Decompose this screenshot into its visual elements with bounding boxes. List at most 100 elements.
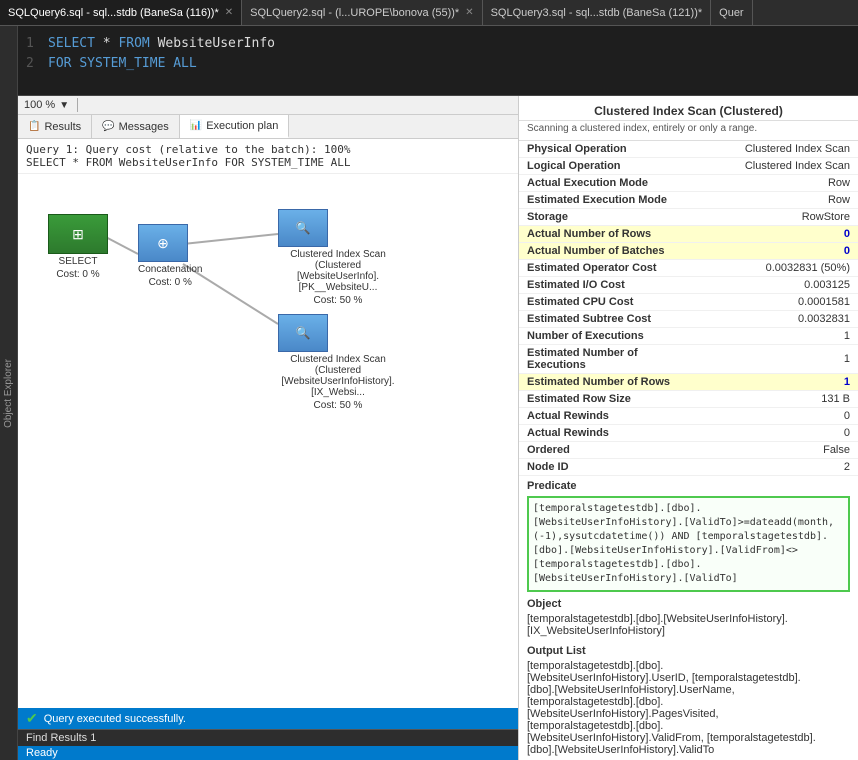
prop-value: 0.0032831 xyxy=(705,311,858,328)
predicate-text: [temporalstagetestdb].[dbo].[WebsiteUser… xyxy=(527,496,850,592)
prop-label: Actual Number of Batches xyxy=(519,243,705,260)
table-row: Estimated Subtree Cost0.0032831 xyxy=(519,311,858,328)
clustered-scan1-label: Clustered Index Scan (Clustered[WebsiteU… xyxy=(278,249,398,293)
prop-value: Row xyxy=(705,175,858,192)
find-results-label: Find Results 1 xyxy=(26,732,96,744)
table-row: Estimated Number of Rows1 xyxy=(519,374,858,391)
clustered-scan-2-node[interactable]: 🔍 Clustered Index Scan (Clustered[Websit… xyxy=(278,314,398,411)
prop-value: 131 B xyxy=(705,391,858,408)
table-row: Estimated CPU Cost0.0001581 xyxy=(519,294,858,311)
table-row: StorageRowStore xyxy=(519,209,858,226)
plan-canvas[interactable]: ⊞ SELECT Cost: 0 % ⊕ Concatenation Cost:… xyxy=(18,174,518,708)
concatenation-node[interactable]: ⊕ Concatenation Cost: 0 % xyxy=(138,224,203,288)
clustered-scan1-icon: 🔍 xyxy=(296,221,311,235)
execution-plan-icon: 📊 xyxy=(190,120,202,131)
prop-label: Actual Rewinds xyxy=(519,425,705,442)
table-row: Physical OperationClustered Index Scan xyxy=(519,141,858,158)
prop-label: Number of Executions xyxy=(519,328,705,345)
predicate-header: Predicate xyxy=(519,476,858,494)
table-row: OrderedFalse xyxy=(519,442,858,459)
tab-execution-plan-label: Execution plan xyxy=(206,120,278,132)
messages-icon: 💬 xyxy=(102,121,114,132)
editor-area[interactable]: 12 SELECT * FROM WebsiteUserInfo FOR SYS… xyxy=(18,26,858,96)
tab-execution-plan[interactable]: 📊 Execution plan xyxy=(180,115,290,138)
tab-quer[interactable]: Quer xyxy=(711,0,752,25)
table-row: Estimated Row Size131 B xyxy=(519,391,858,408)
concatenation-icon: ⊕ xyxy=(157,235,169,252)
code-line1: SELECT * FROM WebsiteUserInfo xyxy=(48,34,850,54)
tab-sqlquery6[interactable]: SQLQuery6.sql - sql...stdb (BaneSa (116)… xyxy=(0,0,242,25)
prop-value: 0 xyxy=(705,226,858,243)
tab-messages-label: Messages xyxy=(119,121,169,133)
prop-value: 0 xyxy=(705,425,858,442)
clustered-scan2-icon: 🔍 xyxy=(296,326,311,340)
prop-value: False xyxy=(705,442,858,459)
properties-table: Physical OperationClustered Index ScanLo… xyxy=(519,141,858,476)
prop-value: 1 xyxy=(705,328,858,345)
select-node[interactable]: ⊞ SELECT Cost: 0 % xyxy=(48,214,108,280)
prop-label: Actual Execution Mode xyxy=(519,175,705,192)
prop-value: 1 xyxy=(705,345,858,374)
prop-label: Estimated CPU Cost xyxy=(519,294,705,311)
tab-results[interactable]: 📋 Results xyxy=(18,115,92,138)
clustered-scan1-cost: Cost: 50 % xyxy=(278,295,398,306)
prop-label: Estimated Operator Cost xyxy=(519,260,705,277)
tab-quer-label: Quer xyxy=(719,7,743,19)
status-success-icon: ✔ xyxy=(26,710,38,727)
table-row: Node ID2 xyxy=(519,459,858,476)
plan-area: 100 % ▼ 📋 Results 💬 Messages 📊 xyxy=(18,96,518,760)
prop-label: Logical Operation xyxy=(519,158,705,175)
tab-sqlquery3[interactable]: SQLQuery3.sql - sql...stdb (BaneSa (121)… xyxy=(483,0,712,25)
find-bar: Find Results 1 xyxy=(18,729,518,746)
plan-wrapper: ⊞ SELECT Cost: 0 % ⊕ Concatenation Cost:… xyxy=(38,204,518,384)
tab-sqlquery2-label: SQLQuery2.sql - (l...UROPE\bonova (55))* xyxy=(250,7,459,19)
object-header: Object xyxy=(519,594,858,612)
zoom-divider xyxy=(77,98,78,112)
query-info-line1: Query 1: Query cost (relative to the bat… xyxy=(26,143,510,156)
status-message: Query executed successfully. xyxy=(44,713,186,725)
select-label: SELECT xyxy=(48,256,108,267)
ready-bar: Ready xyxy=(18,746,518,760)
concatenation-label: Concatenation xyxy=(138,264,203,275)
ready-label: Ready xyxy=(26,747,58,759)
status-bar: ✔ Query executed successfully. xyxy=(18,708,518,729)
table-row: Estimated Execution ModeRow xyxy=(519,192,858,209)
tab-results-label: Results xyxy=(44,121,81,133)
tab-sqlquery6-label: SQLQuery6.sql - sql...stdb (BaneSa (116)… xyxy=(8,7,219,19)
object-explorer-sidebar: Object Explorer xyxy=(0,26,18,760)
output-list-header: Output List xyxy=(519,641,858,659)
tab-sqlquery3-label: SQLQuery3.sql - sql...stdb (BaneSa (121)… xyxy=(491,7,703,19)
zoom-bar: 100 % ▼ xyxy=(18,96,518,115)
table-row: Actual Number of Rows0 xyxy=(519,226,858,243)
select-icon: ⊞ xyxy=(72,226,84,243)
tab-sqlquery2-close[interactable]: ✕ xyxy=(465,7,473,18)
prop-label: Physical Operation xyxy=(519,141,705,158)
prop-value: 0.0001581 xyxy=(705,294,858,311)
zoom-value: 100 % xyxy=(24,99,55,111)
rp-title: Clustered Index Scan (Clustered) xyxy=(519,96,858,121)
zoom-arrow-icon[interactable]: ▼ xyxy=(59,100,69,111)
prop-value: Clustered Index Scan xyxy=(705,158,858,175)
output-list-text: [temporalstagetestdb].[dbo]. [WebsiteUse… xyxy=(519,659,858,760)
table-row: Actual Number of Batches0 xyxy=(519,243,858,260)
tab-messages[interactable]: 💬 Messages xyxy=(92,115,180,138)
query-info-line2: SELECT * FROM WebsiteUserInfo FOR SYSTEM… xyxy=(26,156,510,169)
code-line2: FOR SYSTEM_TIME ALL xyxy=(48,54,850,74)
object-text: [temporalstagetestdb].[dbo].[WebsiteUser… xyxy=(519,612,858,641)
prop-label: Estimated Number of Rows xyxy=(519,374,705,391)
concatenation-cost: Cost: 0 % xyxy=(138,277,203,288)
prop-label: Actual Rewinds xyxy=(519,408,705,425)
tab-sqlquery2[interactable]: SQLQuery2.sql - (l...UROPE\bonova (55))*… xyxy=(242,0,482,25)
tab-sqlquery6-close[interactable]: ✕ xyxy=(225,7,233,18)
clustered-scan2-cost: Cost: 50 % xyxy=(278,400,398,411)
editor-code: SELECT * FROM WebsiteUserInfo FOR SYSTEM… xyxy=(48,34,850,73)
results-icon: 📋 xyxy=(28,121,40,132)
content-area: 12 SELECT * FROM WebsiteUserInfo FOR SYS… xyxy=(18,26,858,760)
table-row: Estimated I/O Cost0.003125 xyxy=(519,277,858,294)
main-area: Object Explorer 12 SELECT * FROM Website… xyxy=(0,26,858,760)
prop-value: 0.003125 xyxy=(705,277,858,294)
prop-value: 0 xyxy=(705,408,858,425)
split-pane: 100 % ▼ 📋 Results 💬 Messages 📊 xyxy=(18,96,858,760)
table-row: Actual Rewinds0 xyxy=(519,425,858,442)
clustered-scan-1-node[interactable]: 🔍 Clustered Index Scan (Clustered[Websit… xyxy=(278,209,398,306)
